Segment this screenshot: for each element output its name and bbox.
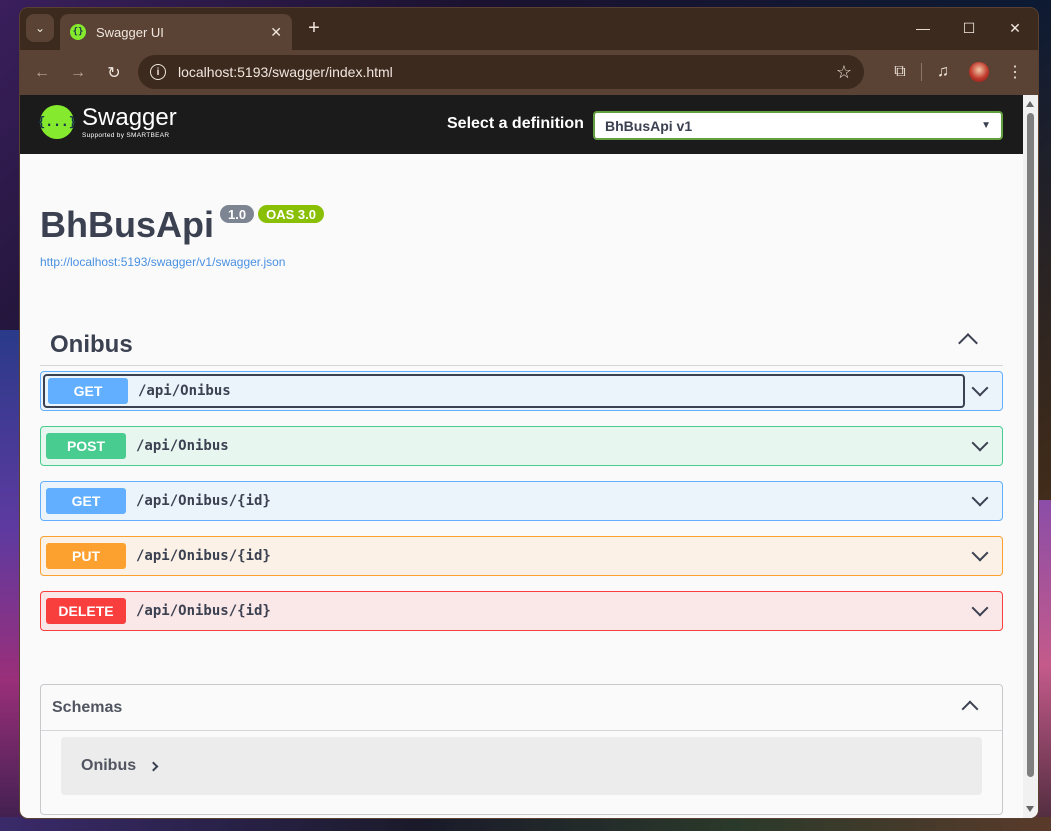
close-icon: ✕ bbox=[1009, 19, 1021, 36]
media-control-icon[interactable]: ♫ bbox=[928, 57, 958, 87]
browser-toolbar: ← → ↻ i localhost:5193/swagger/index.htm… bbox=[20, 50, 1038, 95]
site-info-icon[interactable]: i bbox=[150, 64, 166, 80]
browser-window: ⌄ {} Swagger UI ✕ + — ☐ ✕ ← → ↻ i localh… bbox=[20, 8, 1038, 818]
operation-summary[interactable]: PUT /api/Onibus/{id} bbox=[41, 537, 967, 575]
toolbar-actions: ⧉ ♫ ⋮ bbox=[885, 55, 1030, 89]
minimize-button[interactable]: — bbox=[900, 8, 946, 48]
operation-summary[interactable]: DELETE /api/Onibus/{id} bbox=[41, 592, 967, 630]
method-badge: GET bbox=[48, 378, 128, 404]
address-bar[interactable]: i localhost:5193/swagger/index.html ☆ bbox=[138, 55, 864, 89]
chevron-right-icon[interactable] bbox=[148, 761, 159, 771]
chevron-up-icon[interactable] bbox=[958, 333, 978, 353]
desktop-wallpaper-bottom bbox=[0, 817, 1051, 831]
page-viewport: {...} Swagger Supported by SMARTBEAR Sel… bbox=[20, 95, 1038, 818]
scroll-down-icon[interactable] bbox=[1026, 806, 1034, 812]
operation-path: /api/Onibus/{id} bbox=[136, 548, 271, 564]
reload-button[interactable]: ↻ bbox=[96, 55, 132, 91]
schemas-header[interactable]: Schemas bbox=[41, 685, 1002, 731]
avatar bbox=[969, 62, 989, 82]
tag-header[interactable]: Onibus bbox=[40, 324, 1003, 366]
chevron-down-icon[interactable] bbox=[971, 379, 989, 397]
method-badge: GET bbox=[46, 488, 126, 514]
method-badge: DELETE bbox=[46, 598, 126, 624]
tab-strip: ⌄ {} Swagger UI ✕ + — ☐ ✕ bbox=[20, 8, 1038, 50]
logo-subtitle: Supported by SMARTBEAR bbox=[82, 131, 170, 139]
operation-put-onibus-id[interactable]: PUT /api/Onibus/{id} bbox=[40, 536, 1003, 576]
new-tab-button[interactable]: + bbox=[302, 16, 326, 40]
scroll-up-icon[interactable] bbox=[1026, 101, 1034, 107]
operation-path: /api/Onibus/{id} bbox=[136, 603, 271, 619]
operation-post-onibus[interactable]: POST /api/Onibus bbox=[40, 426, 1003, 466]
maximize-button[interactable]: ☐ bbox=[946, 8, 992, 48]
oas-badge: OAS 3.0 bbox=[258, 205, 324, 223]
back-button[interactable]: ← bbox=[24, 55, 60, 91]
chevron-down-icon[interactable] bbox=[971, 434, 989, 452]
chevron-up-icon[interactable] bbox=[961, 700, 979, 718]
tag-section-onibus: Onibus bbox=[40, 324, 1003, 366]
plus-icon: + bbox=[308, 16, 320, 39]
operation-summary[interactable]: GET /api/Onibus/{id} bbox=[41, 482, 967, 520]
arrow-left-icon: ← bbox=[34, 63, 50, 81]
arrow-right-icon: → bbox=[70, 63, 86, 81]
toolbar-divider bbox=[921, 63, 922, 81]
profile-button[interactable] bbox=[964, 57, 994, 87]
operation-path: /api/Onibus/{id} bbox=[136, 493, 271, 509]
schemas-section: Schemas Onibus bbox=[40, 684, 1003, 815]
swagger-topbar: {...} Swagger Supported by SMARTBEAR Sel… bbox=[20, 95, 1023, 154]
version-badge: 1.0 bbox=[220, 205, 255, 223]
tab-search-button[interactable]: ⌄ bbox=[26, 14, 54, 42]
chevron-down-icon: ▼ bbox=[981, 120, 991, 131]
logo-name: Swagger bbox=[82, 103, 177, 131]
tab-title: Swagger UI bbox=[96, 24, 164, 40]
operation-path: /api/Onibus bbox=[138, 383, 231, 399]
api-info: BhBusApi 1.0 OAS 3.0 http://localhost:51… bbox=[40, 205, 324, 269]
page-title: BhBusApi bbox=[40, 204, 214, 245]
forward-button[interactable]: → bbox=[60, 55, 96, 91]
extensions-icon[interactable]: ⧉ bbox=[885, 57, 915, 87]
bookmark-star-icon[interactable]: ☆ bbox=[836, 62, 852, 83]
operation-delete-onibus-id[interactable]: DELETE /api/Onibus/{id} bbox=[40, 591, 1003, 631]
browser-tab[interactable]: {} Swagger UI ✕ bbox=[60, 14, 292, 50]
operation-summary[interactable]: GET /api/Onibus bbox=[43, 374, 965, 408]
desktop-wallpaper-left bbox=[0, 330, 22, 830]
close-window-button[interactable]: ✕ bbox=[992, 8, 1038, 48]
definition-select[interactable]: BhBusApi v1 ▼ bbox=[593, 111, 1003, 140]
spec-url-link[interactable]: http://localhost:5193/swagger/v1/swagger… bbox=[40, 255, 324, 269]
operation-get-onibus-id[interactable]: GET /api/Onibus/{id} bbox=[40, 481, 1003, 521]
chevron-down-icon[interactable] bbox=[971, 599, 989, 617]
desktop-wallpaper-right bbox=[1037, 500, 1051, 831]
address-url[interactable]: localhost:5193/swagger/index.html bbox=[178, 64, 836, 80]
swagger-logo-icon: {...} bbox=[37, 105, 77, 139]
schemas-title: Schemas bbox=[52, 698, 123, 716]
minimize-icon: — bbox=[916, 20, 930, 36]
more-menu-icon[interactable]: ⋮ bbox=[1000, 57, 1030, 87]
method-badge: PUT bbox=[46, 543, 126, 569]
operation-summary[interactable]: POST /api/Onibus bbox=[41, 427, 967, 465]
swagger-logo[interactable]: {...} Swagger Supported by SMARTBEAR bbox=[37, 103, 177, 139]
definition-label: Select a definition bbox=[447, 115, 584, 132]
tag-title: Onibus bbox=[50, 330, 133, 358]
method-badge: POST bbox=[46, 433, 126, 459]
chevron-down-icon[interactable] bbox=[971, 489, 989, 507]
window-controls: — ☐ ✕ bbox=[900, 8, 1038, 48]
chevron-down-icon: ⌄ bbox=[34, 21, 46, 35]
definition-selected-value: BhBusApi v1 bbox=[605, 117, 693, 134]
model-onibus[interactable]: Onibus bbox=[61, 737, 982, 795]
close-icon[interactable]: ✕ bbox=[270, 24, 282, 41]
vertical-scrollbar[interactable] bbox=[1023, 95, 1038, 818]
swagger-favicon-icon: {} bbox=[70, 24, 86, 40]
scroll-thumb[interactable] bbox=[1027, 113, 1034, 777]
chevron-down-icon[interactable] bbox=[971, 544, 989, 562]
operation-get-onibus[interactable]: GET /api/Onibus bbox=[40, 371, 1003, 411]
model-name: Onibus bbox=[81, 757, 137, 774]
reload-icon: ↻ bbox=[107, 64, 121, 82]
operation-path: /api/Onibus bbox=[136, 438, 229, 454]
maximize-icon: ☐ bbox=[962, 19, 976, 36]
